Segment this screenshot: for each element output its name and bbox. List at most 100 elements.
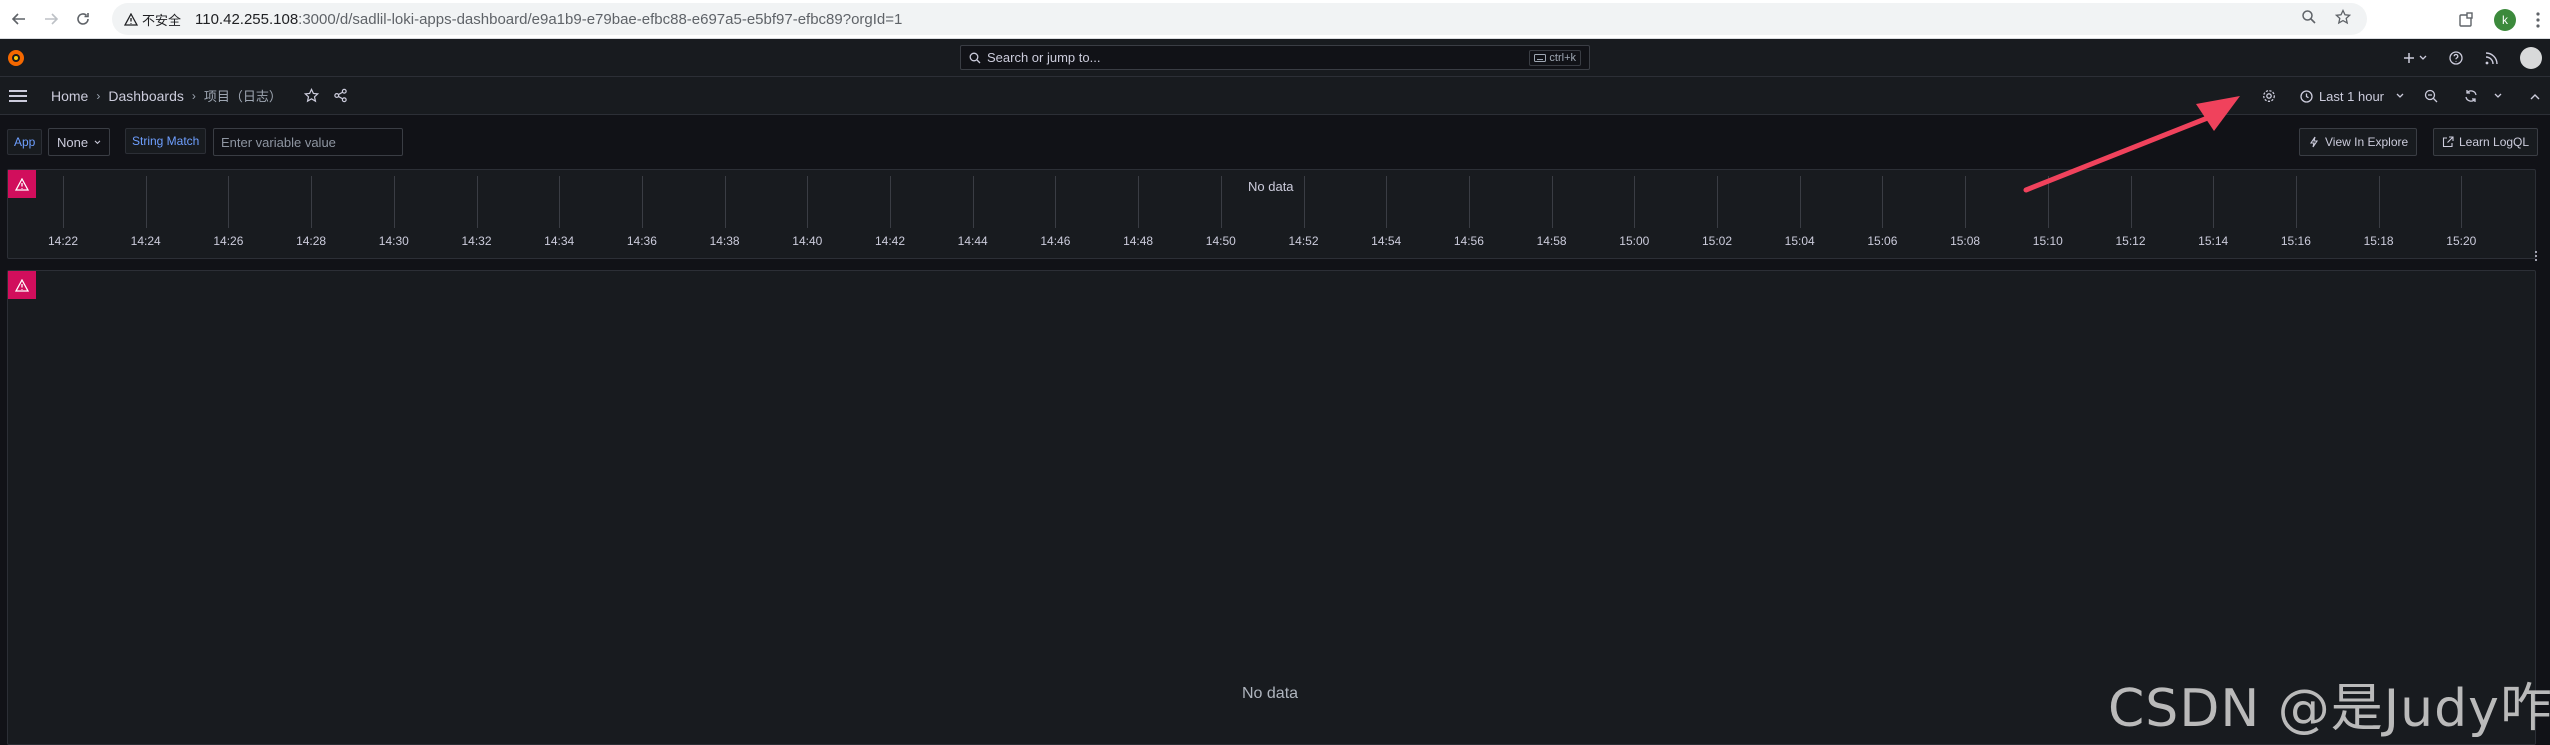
rss-news-icon[interactable]	[2485, 51, 2498, 65]
time-tick-label: 15:00	[1619, 234, 1650, 248]
time-tick-line	[311, 176, 313, 228]
panel-error-badge[interactable]	[8, 271, 36, 299]
security-label: 不安全	[142, 12, 182, 28]
reload-button[interactable]	[70, 6, 96, 32]
keyboard-icon	[1534, 54, 1547, 62]
profile-avatar[interactable]: k	[2494, 8, 2516, 31]
panel-menu-icon[interactable]	[2526, 244, 2546, 268]
time-tick-line	[1468, 176, 1470, 228]
time-tick-line	[1882, 176, 1884, 228]
time-tick-label: 14:28	[296, 234, 327, 248]
time-tick-label: 15:14	[2198, 234, 2229, 248]
time-tick-line	[2047, 176, 2049, 228]
time-tick-label: 14:22	[47, 234, 79, 248]
add-new-button[interactable]	[2403, 52, 2427, 64]
watermark-text: CSDN @是Judy咋！	[2108, 679, 2550, 739]
view-in-explore-label: View In Explore	[2325, 135, 2409, 149]
search-shortcut-text: ctrl+k	[1549, 52, 1576, 64]
forward-button[interactable]	[38, 6, 64, 32]
time-tick-line	[1386, 176, 1388, 228]
time-tick-line	[1138, 176, 1140, 228]
dashboard-settings-button[interactable]	[2254, 89, 2284, 103]
time-tick-label: 14:44	[957, 234, 988, 248]
time-tick-line	[1717, 176, 1718, 228]
grafana-topbar: Search or jump to... ctrl+k	[0, 39, 2550, 77]
compass-icon	[2309, 136, 2319, 148]
time-tick-label: 14:42	[874, 234, 906, 248]
warning-triangle-icon	[124, 12, 138, 26]
time-tick-label: 14:50	[1205, 234, 1236, 248]
favorite-star-icon[interactable]	[303, 88, 319, 103]
time-tick-label: 15:04	[1784, 234, 1815, 248]
help-icon[interactable]	[2449, 51, 2463, 65]
time-tick-label: 14:54	[1371, 234, 1402, 248]
time-tick-label: 15:02	[1701, 234, 1733, 248]
breadcrumb-home[interactable]: Home	[51, 88, 88, 104]
security-indicator[interactable]: 不安全	[124, 10, 181, 29]
time-tick-line	[393, 176, 395, 228]
time-tick-line	[1551, 176, 1553, 228]
zoom-out-icon	[2424, 89, 2438, 103]
url-text: 110.42.255.108:3000/d/sadlil-loki-apps-d…	[195, 11, 902, 28]
time-tick-line	[1303, 176, 1305, 228]
learn-logql-label: Learn LogQL	[2459, 135, 2530, 149]
time-tick-label: 15:08	[1950, 234, 1981, 248]
browser-toolbar: 不安全 110.42.255.108:3000/d/sadlil-loki-ap…	[0, 0, 2550, 39]
user-avatar[interactable]	[2520, 47, 2542, 69]
search-bar[interactable]: Search or jump to... ctrl+k	[960, 45, 1590, 70]
time-tick-label: 15:06	[1867, 234, 1898, 248]
address-bar[interactable]: 不安全 110.42.255.108:3000/d/sadlil-loki-ap…	[112, 3, 2367, 35]
time-tick-line	[2461, 176, 2463, 228]
time-tick-line	[1220, 176, 1222, 228]
time-tick-line	[63, 176, 64, 228]
chevron-down-icon	[2494, 93, 2502, 98]
time-tick-line	[1799, 176, 1801, 228]
refresh-icon	[2465, 90, 2477, 102]
learn-logql-button[interactable]: Learn LogQL	[2433, 128, 2539, 156]
arrow-right-icon	[45, 13, 58, 25]
time-tick-label: 14:26	[213, 234, 244, 248]
warning-triangle-icon	[15, 278, 29, 292]
plus-icon	[2404, 53, 2414, 63]
time-tick-label: 14:48	[1123, 234, 1154, 248]
extensions-icon[interactable]	[2458, 11, 2474, 28]
reload-icon	[77, 13, 89, 25]
zoom-out-button[interactable]	[2424, 89, 2438, 103]
dashboard-navbar: Home › Dashboards › 项目（日志） Last 1 hour	[0, 77, 2550, 115]
time-range-label: Last 1 hour	[2318, 88, 2384, 104]
time-tick-label: 14:40	[792, 234, 823, 248]
time-tick-label: 14:56	[1453, 234, 1484, 248]
refresh-button[interactable]	[2464, 89, 2478, 103]
share-icon[interactable]	[333, 88, 348, 103]
time-tick-label: 15:16	[2280, 234, 2311, 248]
breadcrumb-dashboards[interactable]: Dashboards	[108, 88, 184, 104]
time-tick-label: 14:58	[1536, 234, 1567, 248]
time-tick-line	[972, 176, 974, 228]
breadcrumb-current: 项目（日志）	[203, 89, 282, 104]
time-tick-label: 14:52	[1288, 234, 1319, 248]
kebab-menu-icon[interactable]	[2536, 11, 2540, 28]
app-variable-select[interactable]: None	[48, 128, 110, 156]
time-range-picker[interactable]: Last 1 hour	[2300, 89, 2404, 104]
breadcrumb-separator-icon: ›	[96, 88, 101, 103]
breadcrumb-separator-icon: ›	[191, 88, 196, 103]
time-tick-label: 15:20	[2446, 234, 2477, 248]
bookmark-star-icon[interactable]	[2335, 9, 2351, 25]
time-tick-label: 14:38	[709, 234, 740, 248]
time-axis: 14:22 14:24 14:26 14:28 14:30 14:32 14:34 14:36…	[8, 170, 2535, 258]
refresh-interval-dropdown[interactable]	[2494, 93, 2502, 99]
time-tick-line	[641, 176, 643, 228]
chevron-down-icon	[2419, 55, 2427, 60]
zoom-icon[interactable]	[2301, 9, 2317, 25]
view-in-explore-button[interactable]: View In Explore	[2299, 128, 2418, 156]
string-match-input[interactable]: Enter variable value	[213, 128, 403, 156]
time-tick-label: 15:18	[2363, 234, 2394, 248]
back-button[interactable]	[6, 6, 32, 32]
time-tick-label: 14:30	[378, 234, 409, 248]
collapse-toolbar-button[interactable]	[2530, 93, 2540, 100]
grafana-logo-icon[interactable]	[6, 48, 26, 73]
time-tick-label: 14:46	[1040, 234, 1071, 248]
time-tick-label: 14:32	[461, 234, 492, 248]
hamburger-menu-icon[interactable]	[9, 89, 27, 102]
breadcrumb: Home › Dashboards › 项目（日志）	[51, 86, 282, 105]
